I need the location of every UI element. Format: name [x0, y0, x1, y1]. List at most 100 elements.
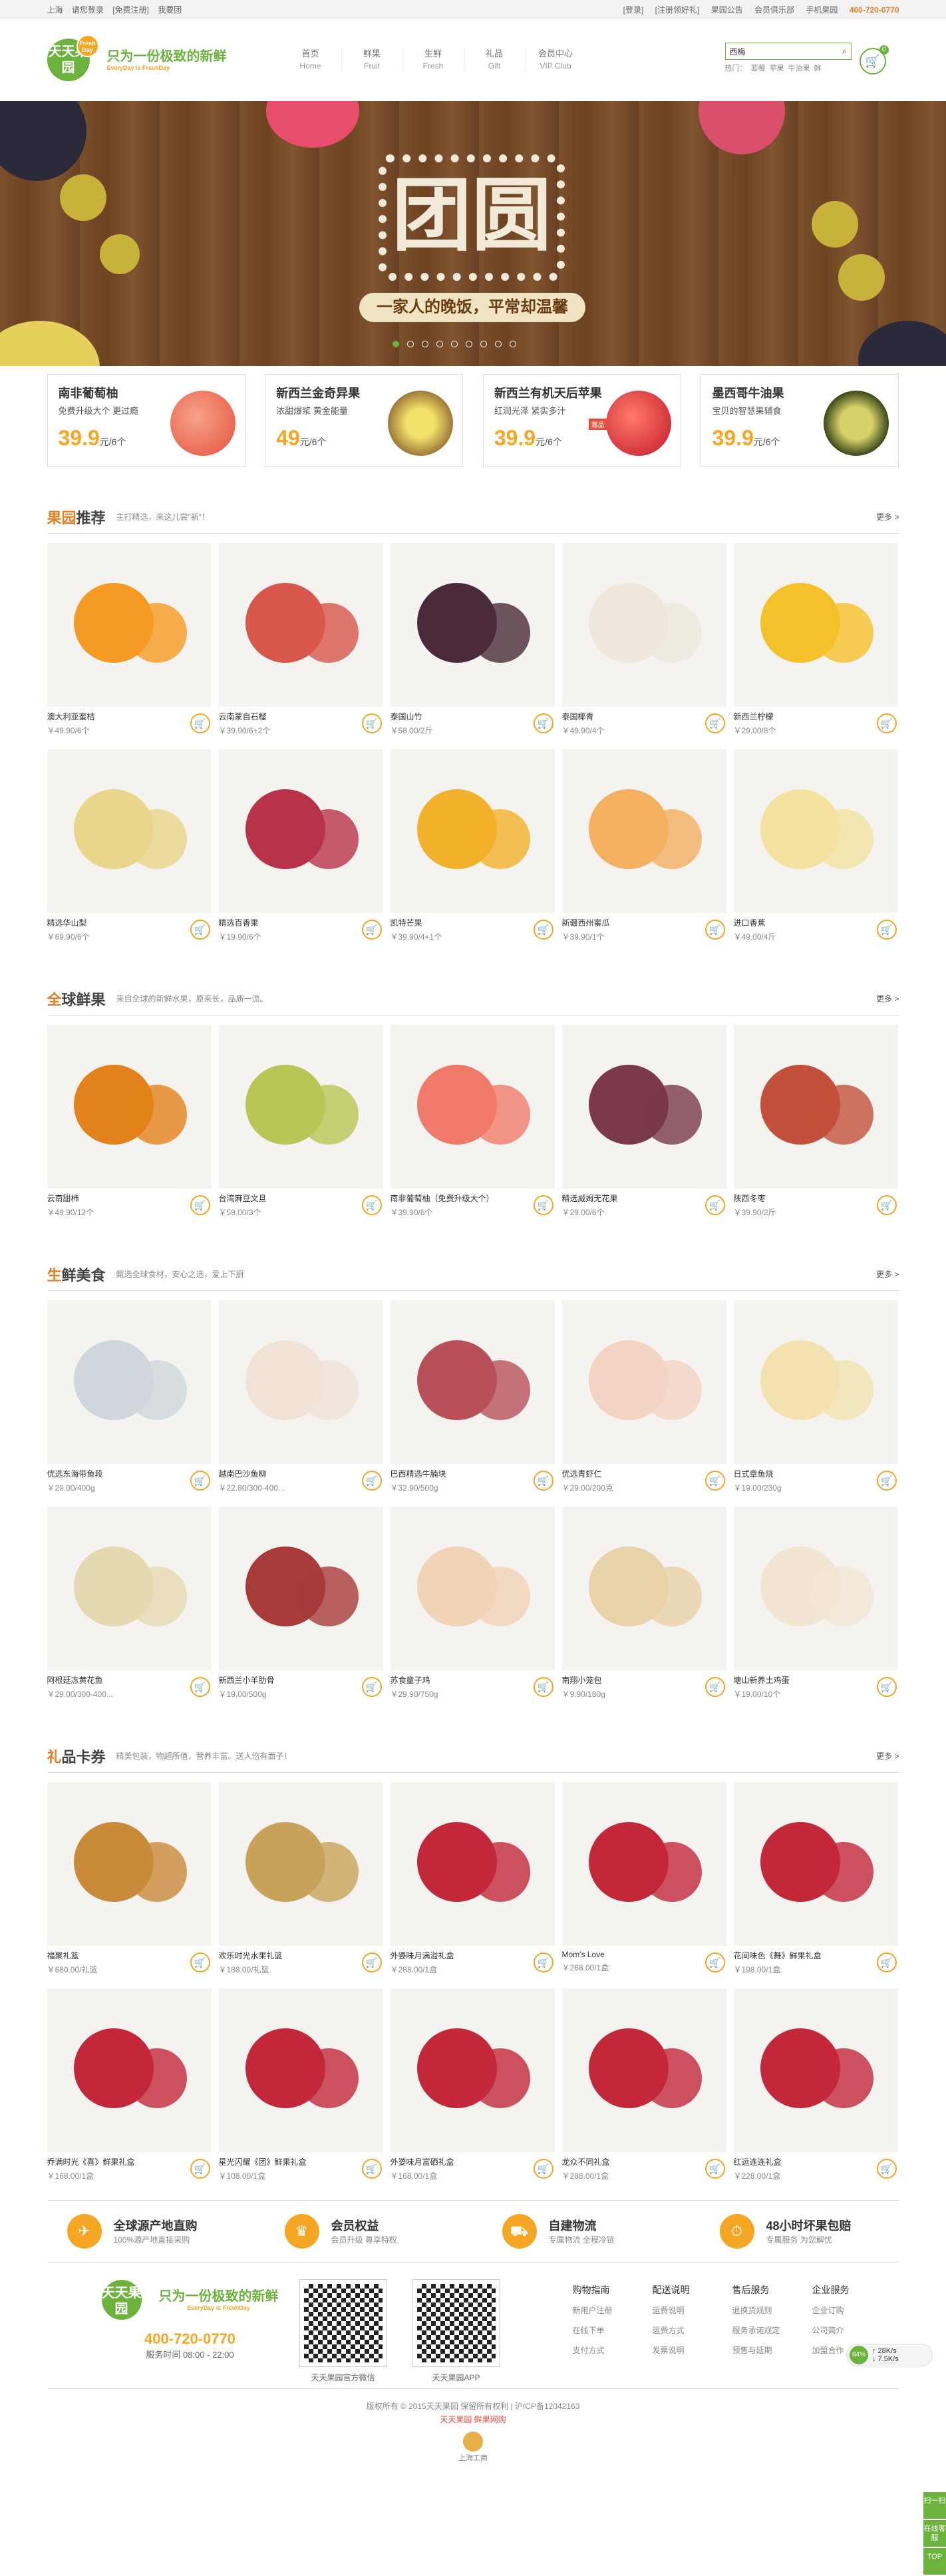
add-to-cart-icon[interactable]: 🛒: [705, 1952, 725, 1972]
product-image[interactable]: [390, 543, 555, 707]
product-image[interactable]: [561, 749, 726, 913]
product-image[interactable]: [733, 1782, 898, 1946]
product-image[interactable]: [47, 1300, 212, 1464]
add-to-cart-icon[interactable]: 🛒: [533, 1471, 553, 1491]
product-card[interactable]: 泰国椰青 ￥49.90/4个 🛒: [561, 543, 726, 740]
product-name[interactable]: 新疆西州蜜瓜: [562, 917, 726, 928]
add-to-cart-icon[interactable]: 🛒: [705, 2159, 725, 2179]
product-card[interactable]: 日式章鱼烧 ￥19.00/230g 🛒: [733, 1300, 898, 1497]
product-name[interactable]: 优选东海带鱼段: [47, 1468, 212, 1479]
add-to-cart-icon[interactable]: 🛒: [705, 1195, 725, 1215]
add-to-cart-icon[interactable]: 🛒: [533, 713, 553, 733]
product-image[interactable]: [390, 749, 555, 913]
top-button[interactable]: TOP: [923, 2548, 946, 2575]
product-name[interactable]: 新西兰小羊肋骨: [219, 1674, 383, 1686]
promo-card[interactable]: 墨西哥牛油果 宝贝的智慧果辅食 39.9元/6个: [701, 374, 899, 467]
product-card[interactable]: 红运连连礼盒 ￥228.00/1盒 🛒: [733, 1988, 898, 2185]
product-image[interactable]: [47, 1025, 212, 1189]
add-to-cart-icon[interactable]: 🛒: [361, 1952, 382, 1972]
product-card[interactable]: 云南蒙自石榴 ￥39.90/6+2个 🛒: [218, 543, 383, 740]
product-image[interactable]: [733, 543, 898, 707]
product-image[interactable]: [561, 1782, 726, 1946]
add-to-cart-icon[interactable]: 🛒: [533, 2159, 553, 2179]
promo-card[interactable]: 南非葡萄柚 免费升级大个 更过瘾 39.9元/6个: [47, 374, 245, 467]
product-name[interactable]: 越南巴沙鱼柳: [219, 1468, 383, 1479]
product-image[interactable]: [218, 1300, 383, 1464]
product-card[interactable]: 新西兰小羊肋骨 ￥19.00/500g 🛒: [218, 1507, 383, 1704]
product-image[interactable]: [47, 749, 212, 913]
product-image[interactable]: [218, 1782, 383, 1946]
product-name[interactable]: 泰国山竹: [391, 711, 555, 722]
search-icon[interactable]: ⌕: [842, 47, 847, 57]
nav-fruit[interactable]: 鲜果 Fruit: [341, 48, 402, 72]
footer-link[interactable]: 服务承诺规定: [732, 2320, 812, 2340]
add-to-cart-icon[interactable]: 🛒: [361, 2159, 382, 2179]
add-to-cart-icon[interactable]: 🛒: [361, 920, 382, 940]
logo[interactable]: 天天果园 Fresh Day 只为一份极致的新鲜 EveryDay is Fre…: [47, 35, 260, 81]
add-to-cart-icon[interactable]: 🛒: [361, 1471, 382, 1491]
add-to-cart-icon[interactable]: 🛒: [533, 1677, 553, 1697]
product-name[interactable]: 南非葡萄柚（免费升级大个）: [391, 1193, 555, 1204]
product-name[interactable]: 阿根廷冻黄花鱼: [47, 1674, 212, 1686]
cart-icon[interactable]: 🛒 0: [859, 45, 889, 75]
promo-card[interactable]: 新西兰金奇异果 浓甜爆浆 黄金能量 49元/6个: [265, 374, 464, 467]
product-card[interactable]: 优选青虾仁 ￥29.00/200克 🛒: [561, 1300, 726, 1497]
footer-link[interactable]: 退换货规则: [732, 2300, 812, 2320]
add-to-cart-icon[interactable]: 🛒: [876, 1471, 897, 1491]
footer-link[interactable]: 运费说明: [653, 2300, 732, 2320]
service-button[interactable]: 在线客服: [923, 2520, 946, 2547]
product-card[interactable]: 外婆味月满溢礼盒 ￥288.00/1盒 🛒: [390, 1782, 555, 1979]
location-link[interactable]: 上海: [47, 5, 63, 15]
product-image[interactable]: [733, 1300, 898, 1464]
product-card[interactable]: 南非葡萄柚（免费升级大个） ￥39.90/6个 🛒: [390, 1025, 555, 1222]
product-name[interactable]: 台湾麻豆文旦: [219, 1193, 383, 1204]
product-name[interactable]: 乔满时光《喜》鲜果礼盒: [47, 2156, 212, 2167]
product-name[interactable]: 星光闪耀《团》鲜果礼盒: [219, 2156, 383, 2167]
add-to-cart-icon[interactable]: 🛒: [533, 1952, 553, 1972]
add-to-cart-icon[interactable]: 🛒: [190, 1952, 210, 1972]
banner-dot[interactable]: [407, 341, 414, 347]
product-name[interactable]: 外婆味月满溢礼盒: [391, 1950, 555, 1961]
add-to-cart-icon[interactable]: 🛒: [705, 713, 725, 733]
product-card[interactable]: 陕西冬枣 ￥39.90/2斤 🛒: [733, 1025, 898, 1222]
product-card[interactable]: 塘山新养土鸡蛋 ￥19.00/10个 🛒: [733, 1507, 898, 1704]
product-image[interactable]: [47, 1988, 212, 2152]
add-to-cart-icon[interactable]: 🛒: [361, 1677, 382, 1697]
add-to-cart-icon[interactable]: 🛒: [876, 1677, 897, 1697]
product-image[interactable]: [218, 543, 383, 707]
banner-dot[interactable]: [422, 341, 428, 347]
vip-club-link[interactable]: 会员俱乐部: [754, 5, 794, 15]
product-card[interactable]: 星光闪耀《团》鲜果礼盒 ￥108.00/1盒 🛒: [218, 1988, 383, 2185]
product-name[interactable]: 陕西冬枣: [734, 1193, 898, 1204]
product-card[interactable]: 凯特芒果 ￥39.90/4+1个 🛒: [390, 749, 555, 946]
hot-keyword[interactable]: 鲜: [814, 65, 822, 73]
product-image[interactable]: [47, 1507, 212, 1670]
product-card[interactable]: 台湾麻豆文旦 ￥59.00/3个 🛒: [218, 1025, 383, 1222]
product-card[interactable]: 云南甜柿 ￥49.90/12个 🛒: [47, 1025, 212, 1222]
product-card[interactable]: 乔满时光《喜》鲜果礼盒 ￥168.00/1盒 🛒: [47, 1988, 212, 2185]
product-name[interactable]: 福聚礼篮: [47, 1950, 212, 1961]
footer-link[interactable]: 企业订购: [812, 2300, 892, 2320]
more-link[interactable]: 更多 >: [876, 511, 899, 522]
promo-card[interactable]: 新西兰有机天后苹果 红润光泽 紧实多汁 39.9元/6个 赠品: [482, 374, 681, 467]
product-card[interactable]: 巴西精选牛腩块 ￥32.90/500g 🛒: [390, 1300, 555, 1497]
nav-gift[interactable]: 礼品 Gift: [463, 48, 525, 72]
hot-keyword[interactable]: 苹果: [770, 65, 784, 73]
product-name[interactable]: 花间味色《舞》鲜果礼盒: [734, 1950, 898, 1961]
search-input[interactable]: 西梅 ⌕: [724, 43, 852, 60]
footer-link[interactable]: 新用户注册: [573, 2300, 653, 2320]
signin-link[interactable]: [登录]: [623, 5, 644, 15]
footer-link[interactable]: 预售与延期: [732, 2340, 812, 2360]
nav-fresh[interactable]: 生鲜 Fresh: [402, 48, 464, 72]
product-name[interactable]: 云南蒙自石榴: [219, 711, 383, 722]
qr-button[interactable]: 扫一扫: [923, 2492, 946, 2519]
add-to-cart-icon[interactable]: 🛒: [190, 713, 210, 733]
product-name[interactable]: 澳大利亚蜜桔: [47, 711, 212, 722]
footer-brand-links[interactable]: 天天果园 鲜果网购: [0, 2413, 946, 2426]
product-card[interactable]: 精选威姆无花果 ￥29.00/6个 🛒: [561, 1025, 726, 1222]
product-image[interactable]: [561, 1025, 726, 1189]
product-name[interactable]: 苏食童子鸡: [391, 1674, 555, 1686]
footer-link[interactable]: 发票说明: [653, 2340, 732, 2360]
banner-dot[interactable]: [436, 341, 443, 347]
add-to-cart-icon[interactable]: 🛒: [361, 713, 382, 733]
